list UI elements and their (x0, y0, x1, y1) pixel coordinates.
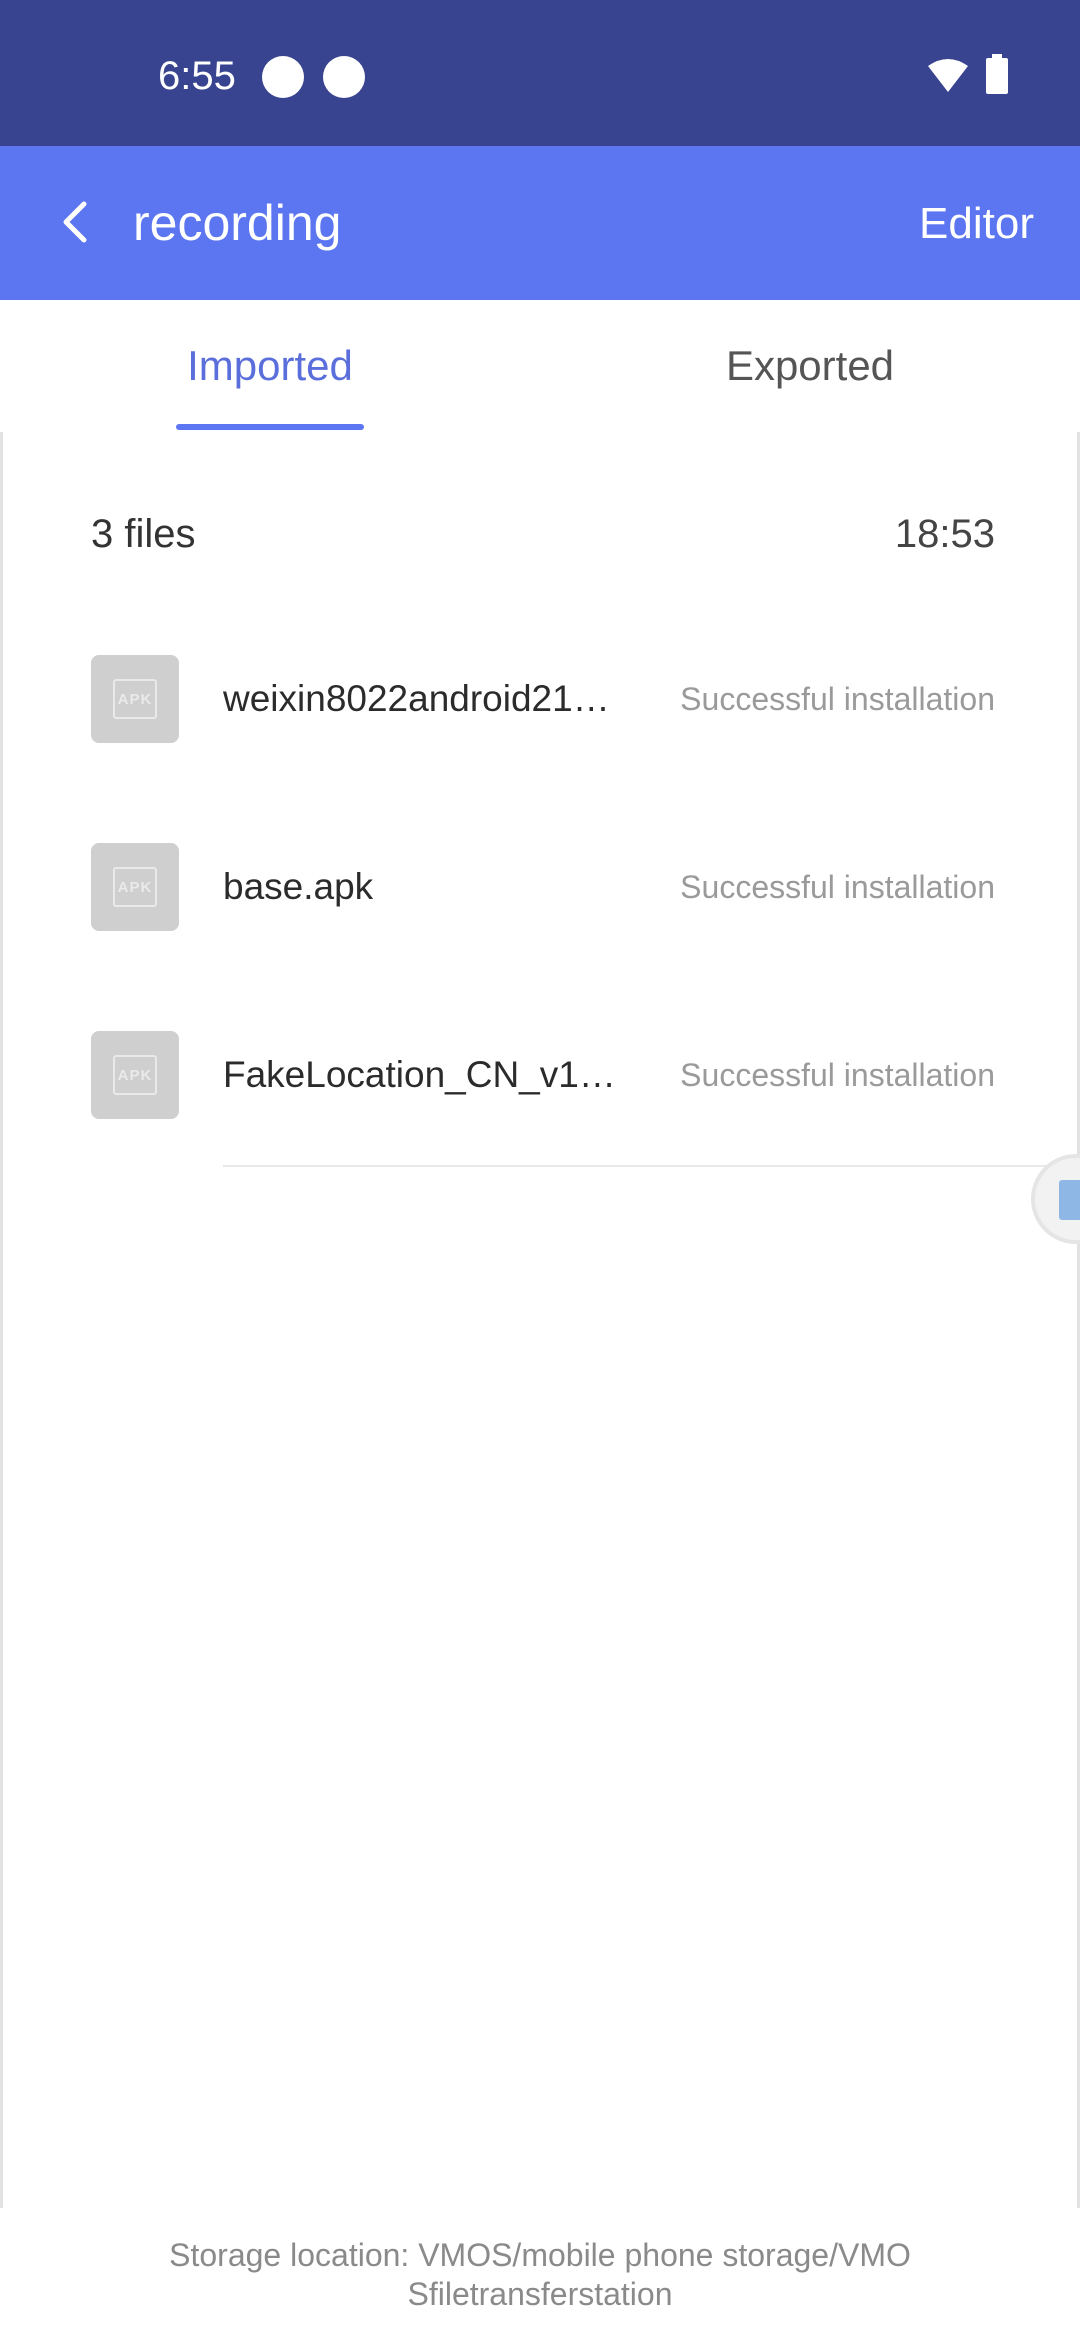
back-arrow-icon (63, 201, 87, 243)
apk-icon-label: APK (113, 867, 157, 907)
file-list-panel: 3 files 18:53 APK weixin8022android214… … (0, 432, 1080, 2208)
status-time: 6:55 (158, 54, 236, 98)
file-item[interactable]: APK base.apk Successful installation (91, 843, 995, 931)
tab-exported[interactable]: Exported (690, 300, 930, 432)
notification-dot-icon (262, 56, 304, 98)
apk-icon-label: APK (113, 679, 157, 719)
list-divider (223, 1165, 1080, 1167)
screen: 6:55 recording Editor Imported Exported … (0, 0, 1080, 2340)
cube-icon (1059, 1180, 1080, 1220)
apk-file-icon: APK (91, 655, 179, 743)
storage-location-line1: Storage location: VMOS/mobile phone stor… (169, 2237, 911, 2273)
group-time: 18:53 (894, 512, 995, 556)
file-name: FakeLocation_CN_v1.3… (223, 1054, 623, 1095)
install-status: Successful installation (680, 869, 995, 905)
battery-icon (986, 54, 1008, 94)
wifi-icon (928, 59, 968, 92)
apk-file-icon: APK (91, 1031, 179, 1119)
tab-imported[interactable]: Imported (150, 300, 390, 432)
group-header: 3 files 18:53 (91, 504, 995, 564)
editor-button[interactable]: Editor (919, 196, 1034, 252)
apk-file-icon: APK (91, 843, 179, 931)
install-status: Successful installation (680, 1057, 995, 1093)
file-name: weixin8022android214… (223, 678, 623, 719)
status-bar: 6:55 (0, 0, 1080, 146)
file-count: 3 files (91, 512, 196, 556)
notification-dot-icon (323, 56, 365, 98)
storage-location-footer: Storage location: VMOS/mobile phone stor… (0, 2208, 1080, 2340)
app-bar: recording Editor (0, 146, 1080, 300)
file-name: base.apk (223, 866, 374, 907)
tab-indicator (176, 424, 364, 430)
file-item[interactable]: APK weixin8022android214… Successful ins… (91, 655, 995, 743)
install-status: Successful installation (680, 681, 995, 717)
apk-icon-label: APK (113, 1055, 157, 1095)
storage-location-line2: Sfiletransferstation (407, 2276, 673, 2312)
file-item[interactable]: APK FakeLocation_CN_v1.3… Successful ins… (91, 1031, 995, 1119)
page-title: recording (133, 195, 342, 251)
tab-bar: Imported Exported (0, 300, 1080, 432)
back-button[interactable] (40, 186, 112, 258)
